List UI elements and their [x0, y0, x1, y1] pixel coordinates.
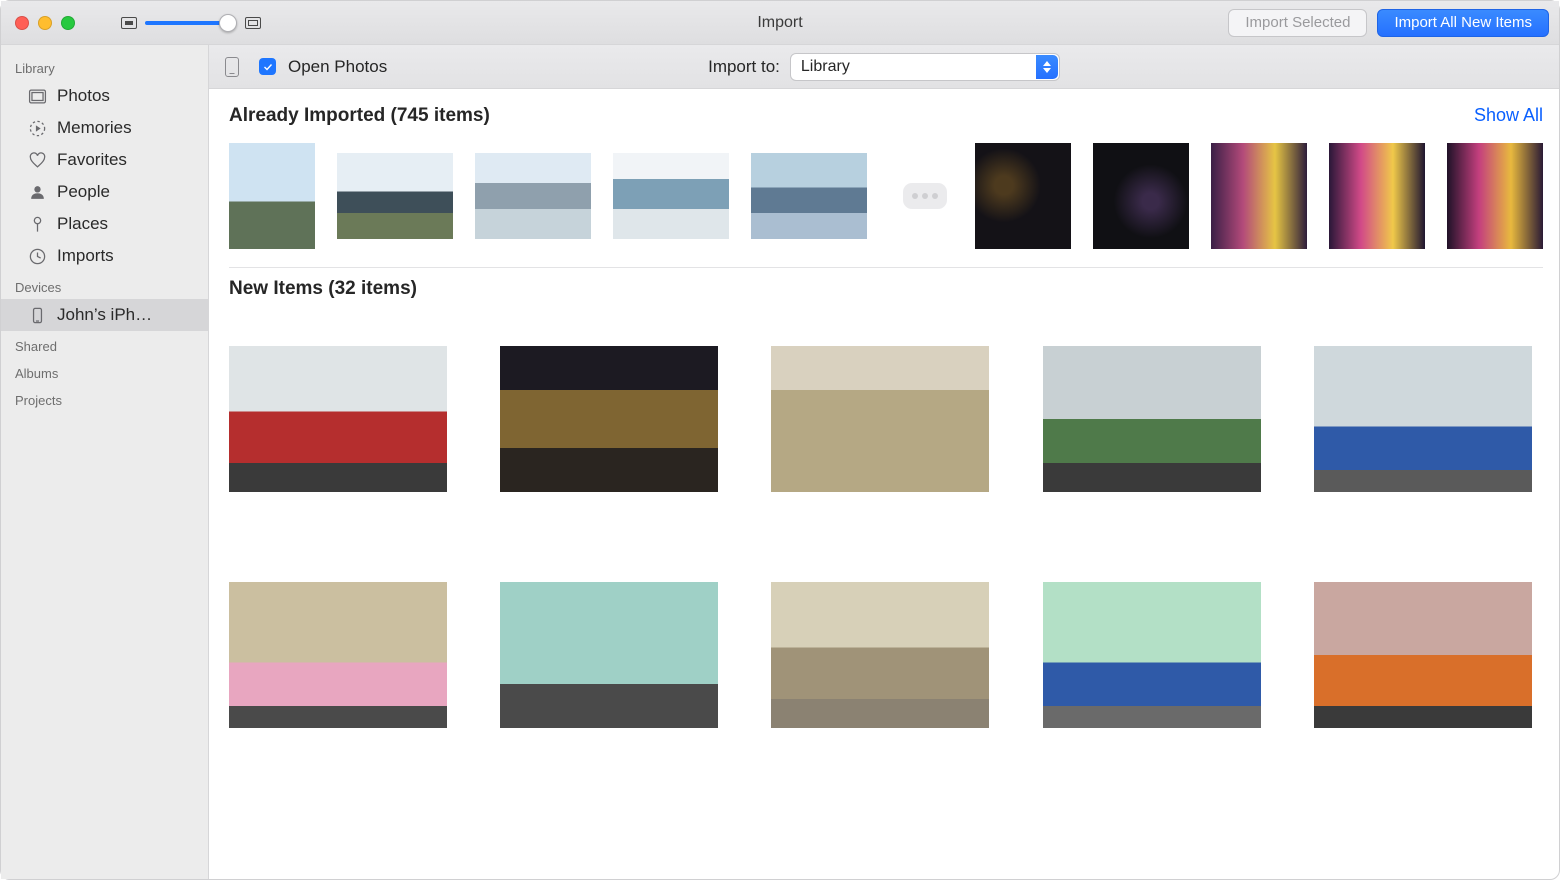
sidebar-item-device-iphone[interactable]: John’s iPh…: [1, 299, 208, 331]
import-to-label: Import to:: [708, 57, 780, 77]
sidebar: Library Photos Memories Favorites People: [1, 45, 209, 879]
import-toolbar: Open Photos Import to: Library: [209, 45, 1559, 89]
new-items-grid: [229, 310, 1543, 748]
open-photos-label: Open Photos: [288, 57, 387, 77]
thumbnail-zoom-slider[interactable]: [121, 17, 261, 29]
imported-thumb[interactable]: [337, 153, 453, 239]
imported-thumb[interactable]: [975, 143, 1071, 249]
open-photos-checkbox[interactable]: [259, 58, 276, 75]
main-panel: Open Photos Import to: Library Already I…: [209, 45, 1559, 879]
new-item-thumb[interactable]: [771, 582, 989, 728]
sidebar-header-projects[interactable]: Projects: [1, 385, 208, 412]
clock-icon: [27, 246, 47, 266]
window-traffic-lights: [15, 16, 75, 30]
sidebar-item-label: Favorites: [57, 150, 127, 170]
sidebar-item-label: Photos: [57, 86, 110, 106]
new-item-thumb[interactable]: [1043, 582, 1261, 728]
new-item-thumb[interactable]: [1314, 346, 1532, 492]
already-imported-strip: [229, 137, 1543, 268]
sidebar-item-label: John’s iPh…: [57, 305, 152, 325]
sidebar-header-library: Library: [1, 53, 208, 80]
import-all-button[interactable]: Import All New Items: [1377, 9, 1549, 37]
import-to-select[interactable]: Library: [790, 53, 1060, 81]
photos-icon: [27, 86, 47, 106]
sidebar-header-devices: Devices: [1, 272, 208, 299]
phone-icon: [27, 305, 47, 325]
imported-thumb[interactable]: [1093, 143, 1189, 249]
imported-thumb[interactable]: [1329, 143, 1425, 249]
sidebar-item-imports[interactable]: Imports: [1, 240, 208, 272]
imported-gap: [889, 183, 953, 209]
import-to-value: Library: [801, 58, 850, 76]
device-phone-icon: [225, 57, 239, 77]
titlebar: Import Import Selected Import All New It…: [1, 1, 1559, 45]
select-stepper-icon: [1036, 55, 1058, 79]
imported-thumb[interactable]: [1211, 143, 1307, 249]
zoom-track[interactable]: [145, 21, 237, 25]
heart-icon: [27, 150, 47, 170]
more-icon[interactable]: [903, 183, 947, 209]
sidebar-item-label: People: [57, 182, 110, 202]
sidebar-item-memories[interactable]: Memories: [1, 112, 208, 144]
new-item-thumb[interactable]: [500, 582, 718, 728]
imported-thumb[interactable]: [751, 153, 867, 239]
new-items-title: New Items (32 items): [229, 278, 417, 300]
memories-icon: [27, 118, 47, 138]
imported-thumb[interactable]: [229, 143, 315, 249]
person-icon: [27, 182, 47, 202]
sidebar-header-albums[interactable]: Albums: [1, 358, 208, 385]
zoom-icon[interactable]: [61, 16, 75, 30]
sidebar-item-photos[interactable]: Photos: [1, 80, 208, 112]
imported-thumb[interactable]: [1447, 143, 1543, 249]
sidebar-item-people[interactable]: People: [1, 176, 208, 208]
content-scroller[interactable]: Already Imported (745 items) Show All Ne…: [209, 89, 1559, 879]
sidebar-item-places[interactable]: Places: [1, 208, 208, 240]
sidebar-item-favorites[interactable]: Favorites: [1, 144, 208, 176]
new-item-thumb[interactable]: [771, 346, 989, 492]
sidebar-header-shared[interactable]: Shared: [1, 331, 208, 358]
close-icon[interactable]: [15, 16, 29, 30]
imported-thumb[interactable]: [475, 153, 591, 239]
new-item-thumb[interactable]: [229, 346, 447, 492]
new-item-thumb[interactable]: [229, 582, 447, 728]
zoom-out-icon: [121, 17, 137, 29]
minimize-icon[interactable]: [38, 16, 52, 30]
show-all-link[interactable]: Show All: [1474, 105, 1543, 126]
new-item-thumb[interactable]: [500, 346, 718, 492]
zoom-thumb[interactable]: [219, 14, 237, 32]
new-item-thumb[interactable]: [1043, 346, 1261, 492]
sidebar-item-label: Memories: [57, 118, 132, 138]
pin-icon: [27, 214, 47, 234]
sidebar-item-label: Imports: [57, 246, 114, 266]
new-item-thumb[interactable]: [1314, 582, 1532, 728]
sidebar-item-label: Places: [57, 214, 108, 234]
zoom-in-icon: [245, 17, 261, 29]
already-imported-title: Already Imported (745 items): [229, 105, 490, 127]
imported-thumb[interactable]: [613, 153, 729, 239]
import-selected-button[interactable]: Import Selected: [1228, 9, 1367, 37]
